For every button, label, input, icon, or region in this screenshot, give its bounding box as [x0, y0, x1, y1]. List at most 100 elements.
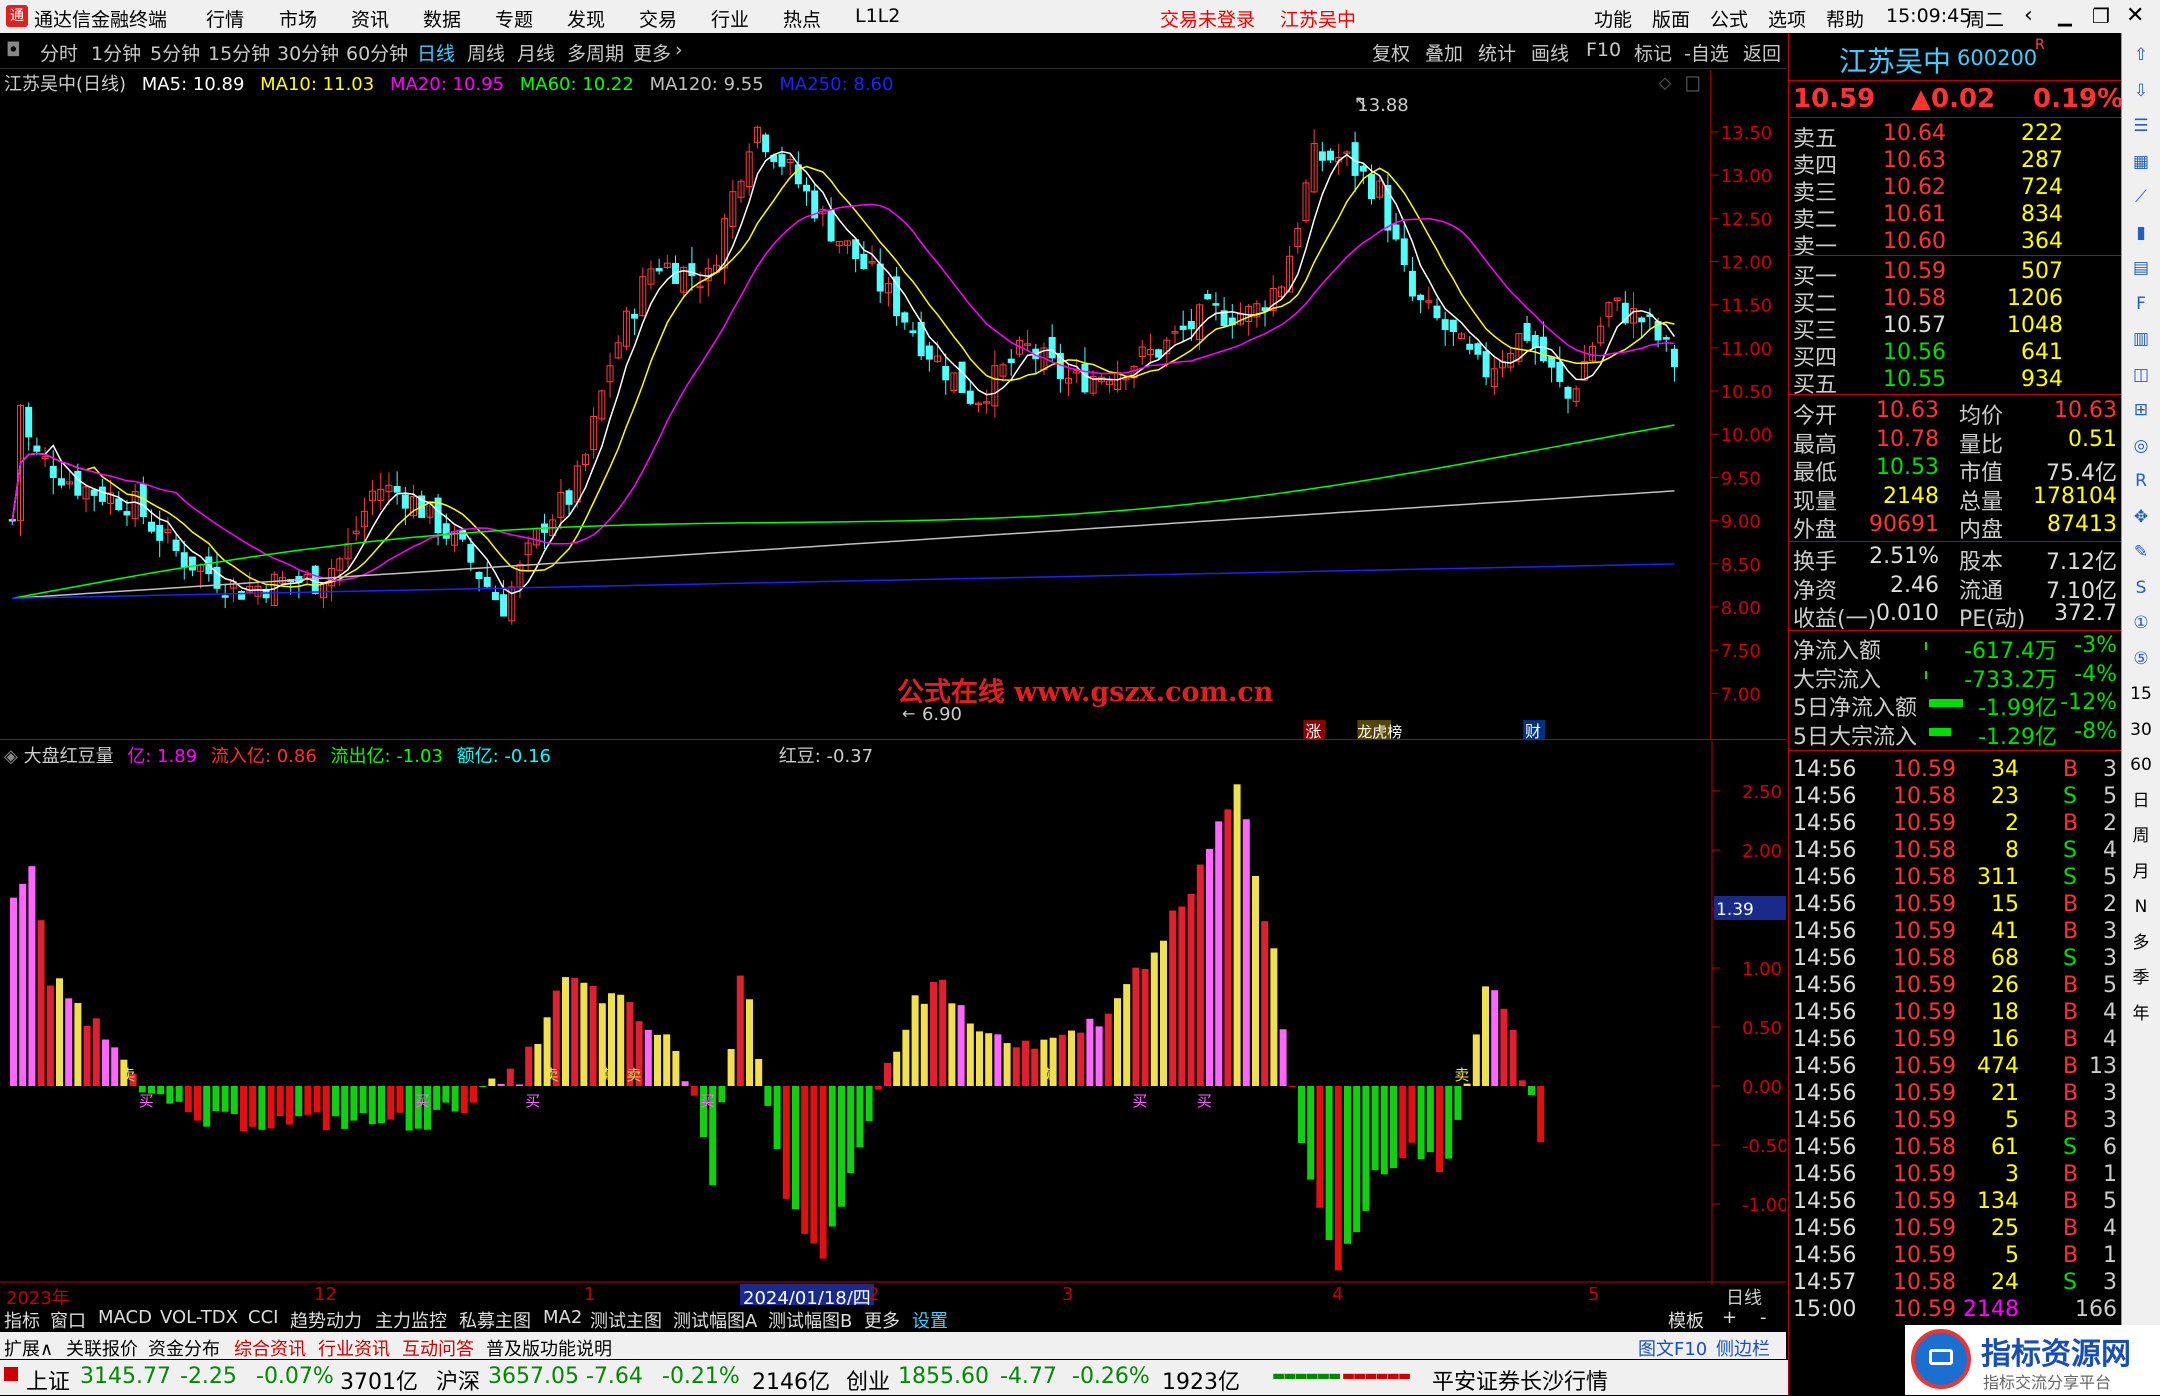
indicator-chart[interactable]: 2.502.001.501.000.500.00-0.50-1.00 买卖买买卖… — [0, 741, 1786, 1285]
tab-settings[interactable]: 设置 — [912, 1307, 948, 1333]
quote-row[interactable]: 14:56 10.59 34 B 3 — [1793, 757, 2119, 784]
tool-huaxian[interactable]: 画线 — [1531, 39, 1569, 66]
tab-cci[interactable]: CCI — [248, 1307, 278, 1328]
diamond-icon[interactable]: ◇ — [1659, 73, 1672, 92]
tab-more[interactable]: 更多 — [864, 1307, 900, 1333]
quote-row[interactable]: 14:56 10.59 18 B 4 — [1793, 1000, 2119, 1027]
quote-row[interactable]: 14:56 10.59 41 B 3 — [1793, 919, 2119, 946]
period-weekly[interactable]: 周线 — [467, 39, 505, 66]
tab-zhibiao[interactable]: 指标 — [4, 1307, 40, 1333]
quote-row[interactable]: 卖五 10.64 222 — [1793, 121, 2119, 152]
tab-chuangkou[interactable]: 窗口 — [50, 1307, 86, 1333]
quote-row[interactable]: 14:56 10.58 61 S 6 — [1793, 1135, 2119, 1162]
restore-icon[interactable]: ❐ — [2092, 4, 2110, 28]
cal5-icon[interactable]: ⑤ — [2126, 645, 2156, 673]
menu-item[interactable]: 交易 — [639, 5, 677, 32]
menu-item[interactable]: 公式 — [1710, 5, 1748, 32]
period-daily[interactable]: 日线 — [417, 39, 455, 66]
quote-row[interactable]: 净流入额 -617.4万 -3% — [1793, 633, 2119, 664]
quote-row[interactable]: 买三 10.57 1048 — [1793, 313, 2119, 344]
quote-row[interactable]: 14:56 10.59 26 B 5 — [1793, 973, 2119, 1000]
quote-row[interactable]: 大宗流入 -733.2万 -4% — [1793, 662, 2119, 693]
quote-row[interactable]: 买五 10.55 934 — [1793, 367, 2119, 398]
marker-cai[interactable]: 财 — [1525, 722, 1541, 740]
menu-item[interactable]: 专题 — [495, 5, 533, 32]
tab-qushi[interactable]: 趋势动力 — [290, 1307, 362, 1333]
quote-row[interactable]: 14:56 10.59 3 B 1 — [1793, 1162, 2119, 1189]
kline-chart[interactable]: 13.50 13.00 12.50 12.00 11.50 11.00 10.50 10.00… — [0, 70, 1786, 740]
chart2-icon[interactable]: ◫ — [2126, 361, 2156, 389]
tab-test-a[interactable]: 测试幅图A — [673, 1307, 757, 1333]
pen-icon[interactable]: ✎ — [2126, 538, 2156, 566]
quote-row[interactable]: 14:56 10.59 21 B 3 — [1793, 1081, 2119, 1108]
quote-row[interactable]: 今开 10.63 均价 10.63 — [1793, 398, 2119, 429]
menu-item[interactable]: 数据 — [423, 5, 461, 32]
down-arrow-icon[interactable]: ⇩ — [2126, 77, 2156, 105]
period-shortcut[interactable]: 周 — [2126, 822, 2156, 850]
menu-item[interactable]: 市场 — [279, 5, 317, 32]
period-shortcut[interactable]: 季 — [2126, 964, 2156, 992]
quote-row[interactable]: 14:56 10.59 15 B 2 — [1793, 892, 2119, 919]
period-30min[interactable]: 30分钟 — [277, 39, 339, 66]
tab-expand[interactable]: 扩展∧ — [4, 1335, 53, 1361]
quote-row[interactable]: 14:56 10.59 16 B 4 — [1793, 1027, 2119, 1054]
tab-fund-dist[interactable]: 资金分布 — [148, 1335, 220, 1361]
panel-toggle-icon[interactable]: ◘ — [6, 39, 21, 61]
tab-f10[interactable]: 图文F10 — [1638, 1335, 1707, 1361]
menu-item[interactable]: 版面 — [1652, 5, 1690, 32]
up-arrow-icon[interactable]: ⇧ — [2126, 41, 2156, 69]
period-shortcut[interactable]: N — [2126, 893, 2156, 921]
quote-row[interactable]: 14:56 10.59 5 B 3 — [1793, 1108, 2119, 1135]
period-5min[interactable]: 5分钟 — [150, 39, 200, 66]
quote-row[interactable]: 14:56 10.58 23 S 5 — [1793, 784, 2119, 811]
period-shortcut[interactable]: 30 — [2126, 716, 2156, 744]
quote-row[interactable]: 14:56 10.58 68 S 3 — [1793, 946, 2119, 973]
quote-row[interactable]: 卖四 10.63 287 — [1793, 148, 2119, 179]
quote-row[interactable]: 14:56 10.59 5 B 1 — [1793, 1243, 2119, 1270]
quote-row[interactable]: 5日大宗流入 -1.29亿 -8% — [1793, 719, 2119, 750]
quote-row[interactable]: 14:56 10.59 25 B 4 — [1793, 1216, 2119, 1243]
period-60min[interactable]: 60分钟 — [346, 39, 408, 66]
index-name[interactable]: 上证 — [26, 1364, 70, 1396]
marker-longhubang[interactable]: 龙虎榜 — [1357, 723, 1402, 740]
template-button[interactable]: 模板 — [1668, 1307, 1704, 1333]
period-shortcut[interactable]: 15 — [2126, 680, 2156, 708]
quote-row[interactable]: 最低 10.53 市值 75.4亿 — [1793, 455, 2119, 486]
tab-zhuli[interactable]: 主力监控 — [375, 1307, 447, 1333]
quote-row[interactable]: 14:56 10.59 134 B 5 — [1793, 1189, 2119, 1216]
menu-item[interactable]: 发现 — [567, 5, 605, 32]
collapse-icon[interactable]: ◈ — [4, 746, 18, 767]
circle-icon[interactable]: ◎ — [2126, 432, 2156, 460]
table-icon[interactable]: ▤ — [2126, 254, 2156, 282]
menu-item[interactable]: 资讯 — [351, 5, 389, 32]
period-more[interactable]: 更多 — [633, 39, 671, 66]
tab-news[interactable]: 综合资讯 — [234, 1335, 306, 1361]
cal1-icon[interactable]: ① — [2126, 609, 2156, 637]
quote-row[interactable]: 买二 10.58 1206 — [1793, 286, 2119, 317]
list-icon[interactable]: ☰ — [2126, 112, 2156, 140]
tab-macd[interactable]: MACD — [98, 1307, 152, 1328]
fs-icon[interactable]: S — [2126, 574, 2156, 602]
quote-row[interactable]: 15:00 10.59 2148 166 — [1793, 1297, 2119, 1324]
quote-row[interactable]: 外盘 90691 内盘 87413 — [1793, 512, 2119, 543]
index-name[interactable]: 沪深 — [436, 1364, 480, 1396]
back-icon[interactable]: ‹ — [2024, 3, 2033, 28]
tab-vol-tdx[interactable]: VOL-TDX — [160, 1307, 238, 1328]
menu-item[interactable]: 帮助 — [1826, 5, 1864, 32]
period-1min[interactable]: 1分钟 — [91, 39, 141, 66]
quote-row[interactable]: 买一 10.59 507 — [1793, 259, 2119, 290]
period-shortcut[interactable]: 日 — [2126, 787, 2156, 815]
close-icon[interactable]: ✕ — [2126, 3, 2144, 28]
quote-row[interactable]: 卖三 10.62 724 — [1793, 175, 2119, 206]
period-fenshi[interactable]: 分时 — [40, 39, 78, 66]
quote-row[interactable]: 卖二 10.61 834 — [1793, 202, 2119, 233]
period-15min[interactable]: 15分钟 — [208, 39, 270, 66]
candle-icon[interactable]: ▮ — [2126, 219, 2156, 247]
tab-industry-news[interactable]: 行业资讯 — [318, 1335, 390, 1361]
tool-biaoji[interactable]: 标记 — [1634, 39, 1672, 66]
tab-qa[interactable]: 互动问答 — [402, 1335, 474, 1361]
line-chart-icon[interactable]: ⟋ — [2126, 183, 2156, 211]
quote-row[interactable]: 14:56 10.59 474 B 13 — [1793, 1054, 2119, 1081]
tool-tongji[interactable]: 统计 — [1478, 39, 1516, 66]
period-shortcut[interactable]: 60 — [2126, 751, 2156, 779]
